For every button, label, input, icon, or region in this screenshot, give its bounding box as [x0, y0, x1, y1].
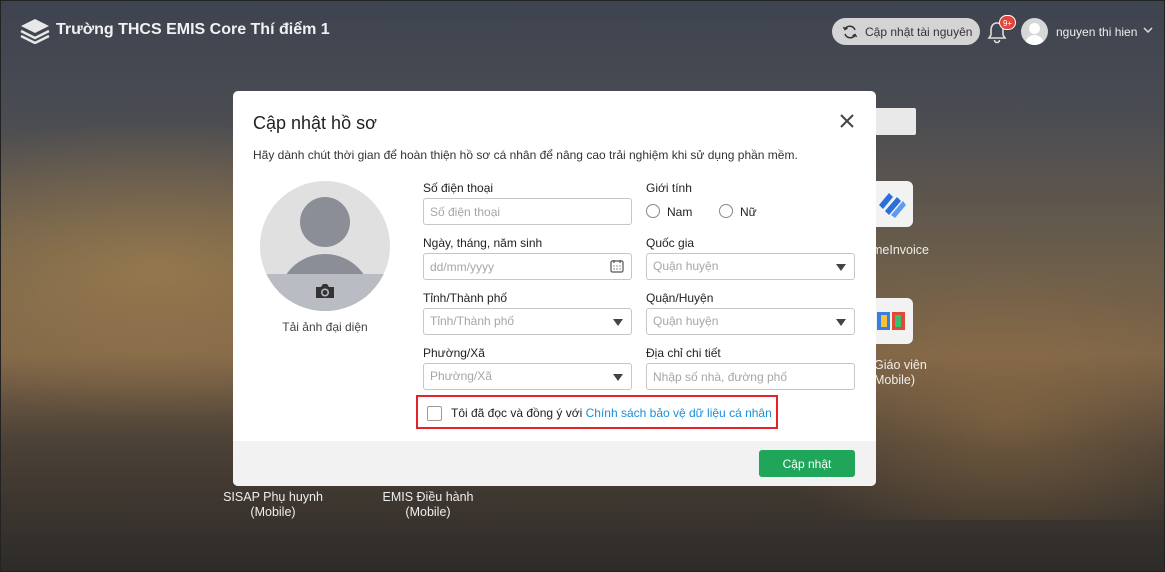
sync-button-label: Cập nhật tài nguyên	[865, 24, 973, 39]
province-label: Tỉnh/Thành phố	[423, 291, 508, 305]
sync-icon	[842, 24, 858, 39]
district-select-placeholder: Quận huyện	[653, 314, 719, 328]
giao-vien-app-name: Giáo viên	[874, 358, 927, 372]
emis-logo-icon	[20, 19, 50, 44]
consent-checkbox[interactable]	[427, 406, 442, 421]
modal-description: Hãy dành chút thời gian để hoàn thiện hồ…	[253, 148, 798, 162]
profile-avatar-upload[interactable]	[260, 181, 390, 311]
app-title: Trường THCS EMIS Core Thí điểm 1	[56, 21, 330, 38]
background-search-box	[870, 108, 916, 135]
close-icon[interactable]	[837, 111, 857, 131]
privacy-policy-link[interactable]: Chính sách bảo vệ dữ liệu cá nhân	[586, 406, 772, 420]
app-header: Trường THCS EMIS Core Thí điểm 1 Cập nhậ…	[0, 0, 1165, 62]
update-profile-modal: Cập nhật hồ sơ Hãy dành chút thời gian đ…	[233, 91, 876, 486]
dropdown-caret-icon	[613, 319, 623, 326]
ward-select-placeholder: Phường/Xã	[430, 369, 492, 383]
sisap-app-sub: (Mobile)	[250, 505, 296, 519]
upload-avatar-label: Tải ảnh đại diện	[282, 320, 368, 334]
emis-dieu-hanh-app-label[interactable]: EMIS Điều hành (Mobile)	[373, 490, 483, 520]
avatar-head-shape	[300, 197, 350, 247]
province-select[interactable]: Tỉnh/Thành phố	[423, 308, 632, 335]
dropdown-caret-icon	[836, 264, 846, 271]
chevron-down-icon[interactable]	[1143, 26, 1153, 34]
district-select[interactable]: Quận huyện	[646, 308, 855, 335]
consent-text: Tôi đã đọc và đồng ý với Chính sách bảo …	[451, 406, 772, 420]
dropdown-caret-icon	[836, 319, 846, 326]
gender-male-label[interactable]: Nam	[667, 205, 692, 219]
emis-dieu-hanh-app-sub: (Mobile)	[405, 505, 451, 519]
sisap-app-label[interactable]: SISAP Phụ huynh (Mobile)	[218, 490, 328, 520]
ward-label: Phường/Xã	[423, 346, 485, 360]
camera-icon[interactable]	[314, 282, 336, 300]
ward-select[interactable]: Phường/Xã	[423, 363, 632, 390]
gender-female-label[interactable]: Nữ	[740, 205, 757, 219]
dropdown-caret-icon	[613, 374, 623, 381]
address-input[interactable]	[646, 363, 855, 390]
province-select-placeholder: Tỉnh/Thành phố	[430, 314, 515, 328]
gender-label: Giới tính	[646, 181, 692, 195]
modal-footer: Cập nhật	[233, 441, 876, 486]
giao-vien-app-label: Giáo viên Mobile)	[874, 358, 927, 388]
consent-text-prefix: Tôi đã đọc và đồng ý với	[451, 406, 586, 420]
country-select-placeholder: Quận huyện	[653, 259, 719, 273]
dob-field-wrapper	[423, 253, 632, 280]
country-select[interactable]: Quận huyện	[646, 253, 855, 280]
district-label: Quận/Huyện	[646, 291, 714, 305]
dob-input[interactable]	[423, 253, 632, 280]
consent-highlight: Tôi đã đọc và đồng ý với Chính sách bảo …	[416, 395, 778, 429]
emis-dieu-hanh-app-name: EMIS Điều hành	[382, 490, 474, 504]
dob-label: Ngày, tháng, năm sinh	[423, 236, 543, 250]
calendar-icon[interactable]	[610, 259, 624, 273]
modal-title: Cập nhật hồ sơ	[253, 113, 377, 133]
gender-female-radio[interactable]	[719, 204, 733, 218]
phone-input[interactable]	[423, 198, 632, 225]
update-button[interactable]: Cập nhật	[759, 450, 855, 477]
phone-label: Số điện thoại	[423, 181, 494, 195]
user-name[interactable]: nguyen thi hien	[1056, 25, 1137, 39]
giao-vien-app-sub: Mobile)	[874, 373, 915, 387]
address-label: Địa chỉ chi tiết	[646, 346, 721, 360]
country-label: Quốc gia	[646, 236, 695, 250]
sync-resources-button[interactable]: Cập nhật tài nguyên	[832, 18, 980, 45]
meinvoice-app-label: meInvoice	[872, 243, 929, 257]
gender-male-radio[interactable]	[646, 204, 660, 218]
user-avatar[interactable]	[1021, 18, 1048, 45]
notification-badge: 9+	[999, 15, 1016, 30]
sisap-app-name: SISAP Phụ huynh	[223, 490, 323, 504]
